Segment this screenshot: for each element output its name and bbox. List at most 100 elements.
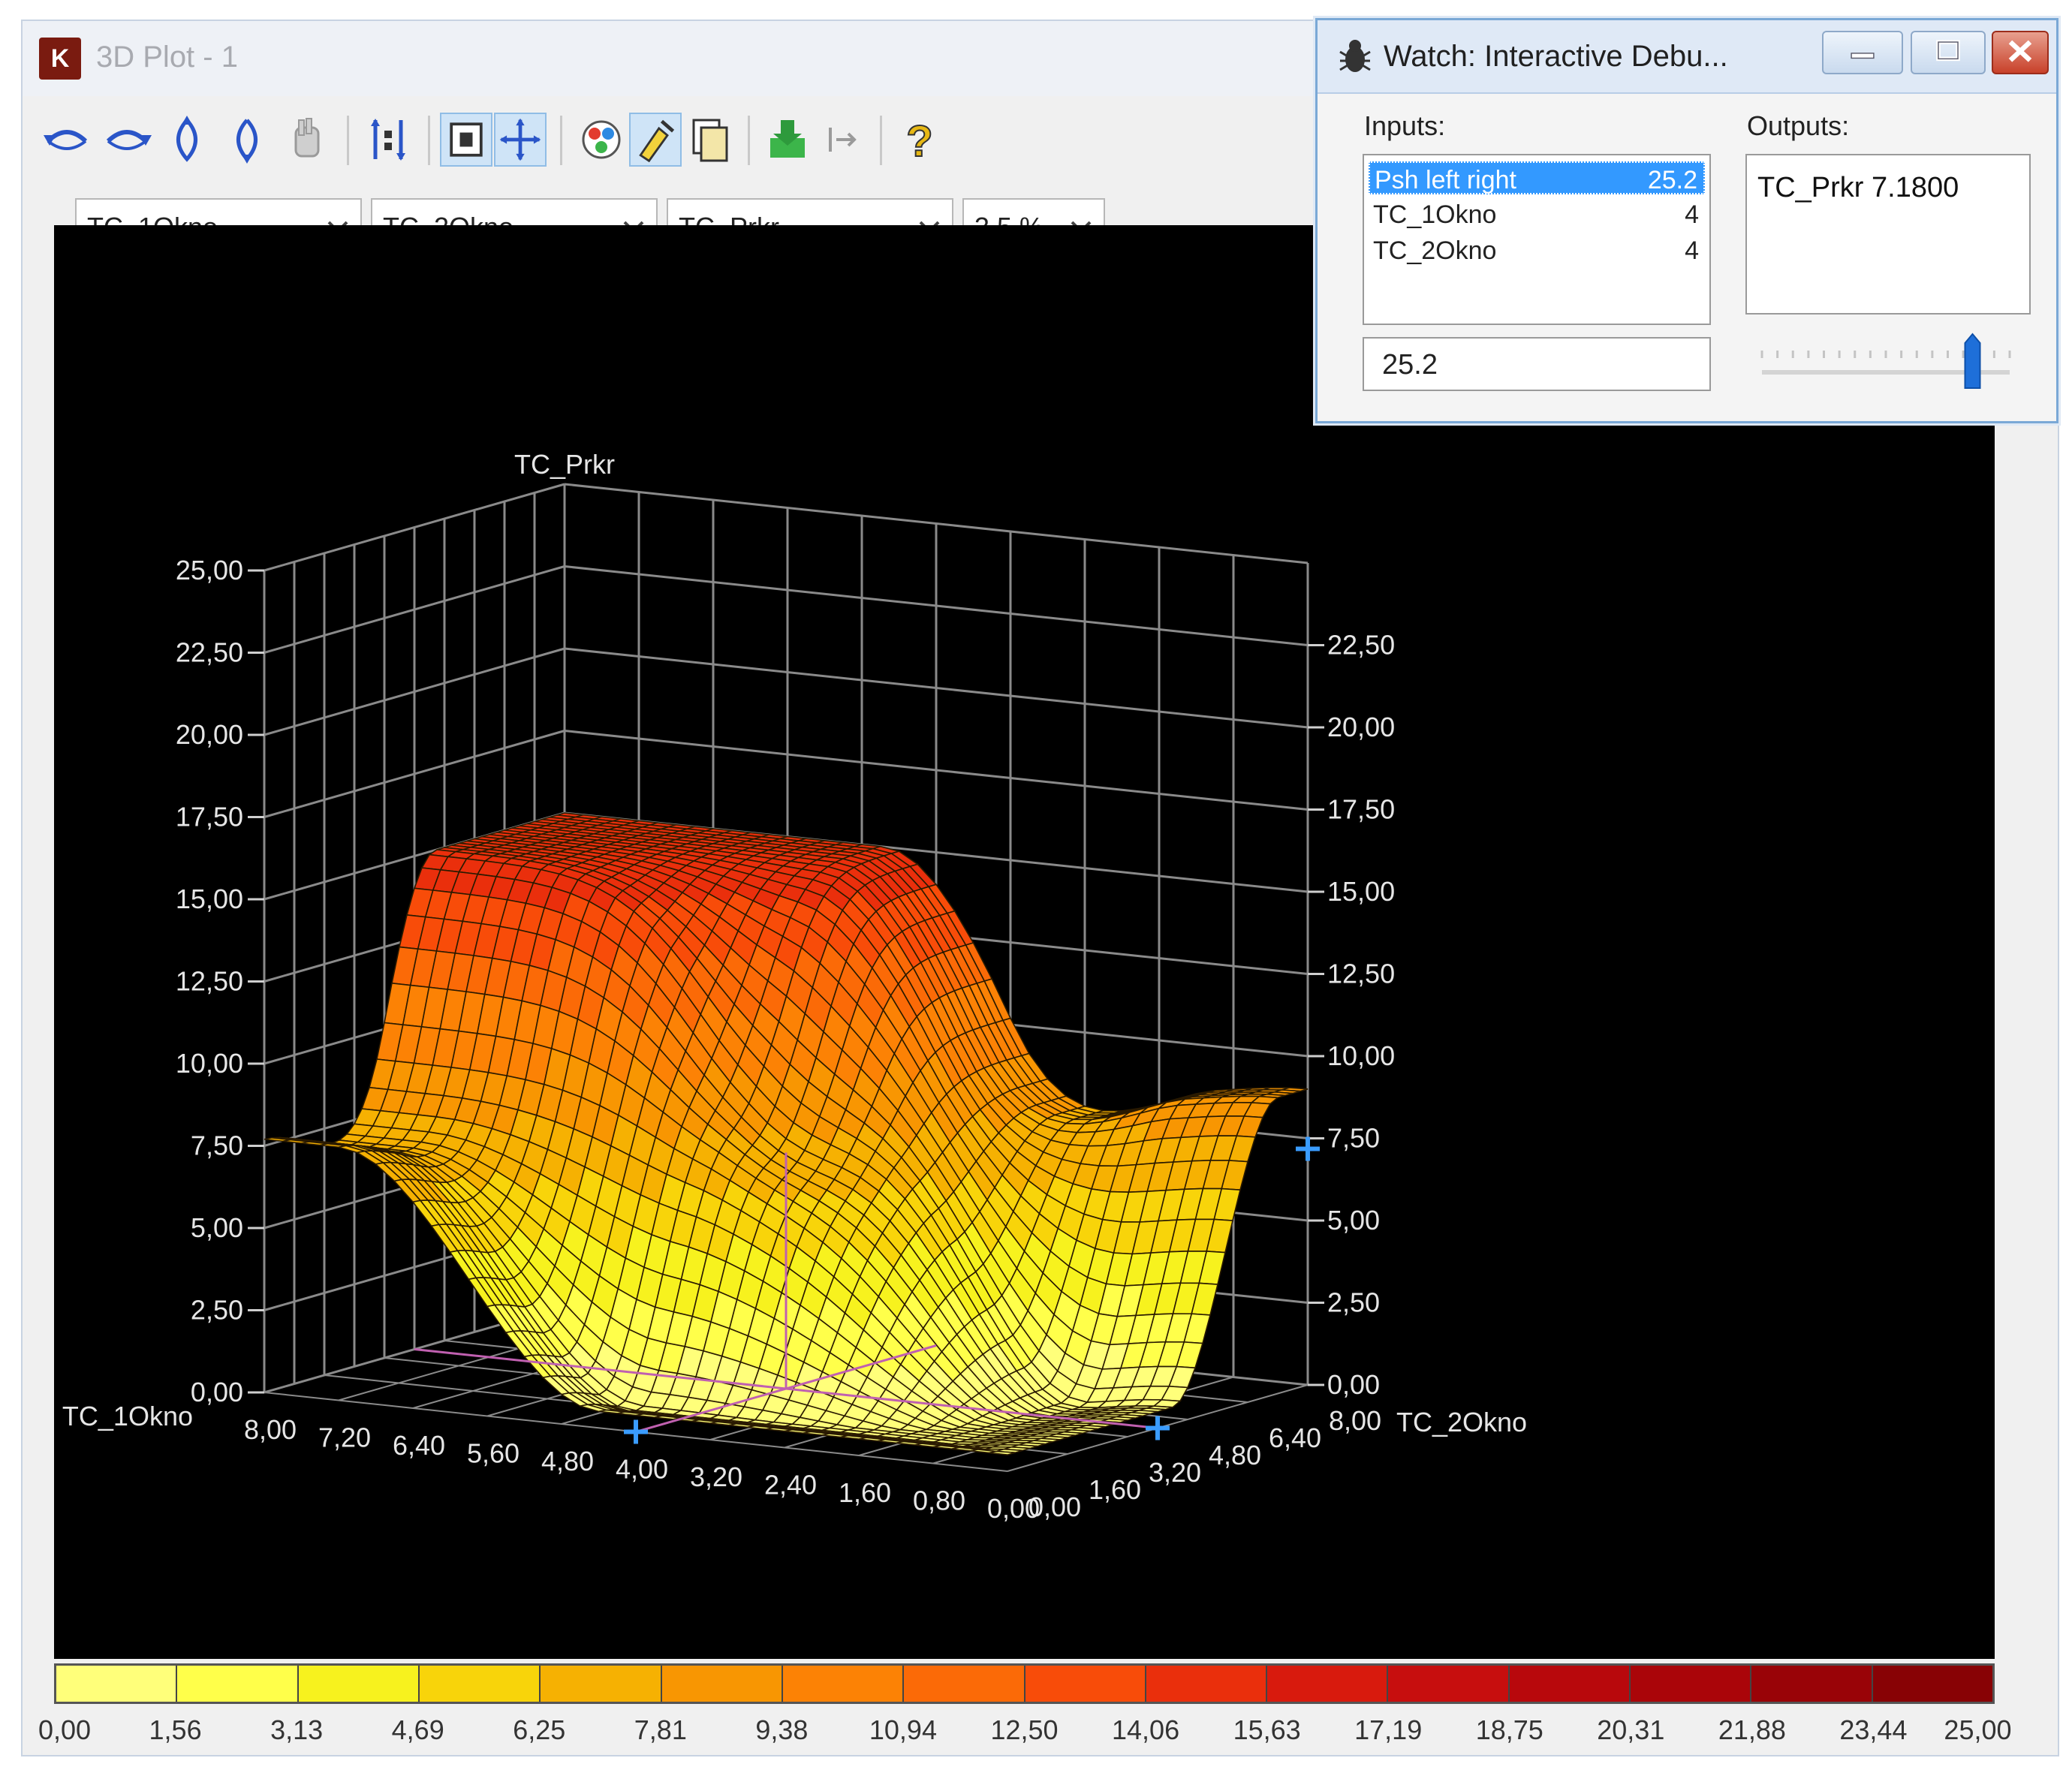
bug-icon (1339, 40, 1371, 72)
z-tick-label-right: 20,00 (1327, 712, 1395, 742)
colorbar-tick-label: 21,88 (1718, 1714, 1786, 1745)
y-tick-label: 8,00 (1329, 1405, 1381, 1436)
z-tick-label-left: 10,00 (176, 1048, 243, 1079)
watch-title-bar[interactable]: Watch: Interactive Debu... (1318, 20, 2056, 94)
z-tick-label-right: 7,50 (1327, 1123, 1380, 1154)
outputs-label: Outputs: (1747, 110, 1850, 141)
toolbar-separator (560, 116, 562, 165)
input-name: Psh left right (1375, 166, 1516, 194)
colorbar-segment (1146, 1666, 1268, 1702)
colorbar-tick-label: 6,25 (513, 1714, 566, 1745)
minimize-button[interactable] (1822, 31, 1903, 74)
z-cursor-marker (1296, 1136, 1320, 1161)
y-tick-label: 6,40 (1269, 1422, 1321, 1453)
z-tick-label-left: 25,00 (176, 555, 243, 585)
slider-thumb[interactable] (1964, 333, 1981, 389)
toolbar-separator (347, 116, 349, 165)
y-tick-label: 1,60 (1089, 1474, 1141, 1505)
surface-cell (989, 1450, 1016, 1455)
colorbar-ticks: 0,00 1,56 3,13 4,69 6,25 7,81 9,38 10,94 12,50 14… (38, 1714, 2012, 1750)
z-tick-label-left: 15,00 (176, 883, 243, 914)
colorbar-tick-label: 15,63 (1233, 1714, 1301, 1745)
surface-view-icon[interactable] (440, 113, 492, 167)
colorbar-tick-label: 14,06 (1112, 1714, 1180, 1745)
colorbar-segment (782, 1666, 905, 1702)
colorbar-segment (1267, 1666, 1389, 1702)
z-tick-label-left: 7,50 (191, 1130, 243, 1161)
input-row[interactable]: Psh left right 25.2 (1369, 161, 1705, 194)
rotate-left-icon[interactable] (41, 113, 93, 167)
rotate-right-icon[interactable] (101, 113, 153, 167)
z-tick-label-right: 5,00 (1327, 1205, 1380, 1236)
x-tick-label: 6,40 (393, 1430, 445, 1461)
colorbar-tick-label: 7,81 (634, 1714, 687, 1745)
z-tick-label-left: 22,50 (176, 637, 243, 668)
input-row[interactable]: TC_1Okno 4 (1369, 197, 1705, 230)
colorbar-segment (56, 1666, 178, 1702)
x-tick-label: 0,80 (913, 1486, 965, 1516)
x-tick-label: 4,80 (541, 1446, 594, 1476)
toolbar-separator (748, 116, 750, 165)
plot-area[interactable]: 0,00 2,50 5,00 7,50 10,00 12,50 15,00 17,50 20,0… (54, 225, 1995, 1659)
colorbar-segment (1388, 1666, 1510, 1702)
colorbar-segment (1631, 1666, 1752, 1702)
axis-scale-icon[interactable] (362, 113, 414, 167)
colorbar-segment (541, 1666, 662, 1702)
input-value: 25.2 (1647, 166, 1697, 194)
watch-window[interactable]: Watch: Interactive Debu... Inputs: Outpu… (1315, 18, 2058, 423)
app-icon: K (39, 38, 81, 80)
x-tick-label: 7,20 (318, 1422, 371, 1453)
x-cursor-marker (624, 1419, 648, 1444)
input-value: 4 (1685, 236, 1699, 265)
z-tick-label-left: 12,50 (176, 966, 243, 997)
colorbar-tick-label: 25,00 (1944, 1714, 2012, 1745)
z-tick-label-left: 0,00 (191, 1377, 243, 1407)
close-icon (2008, 40, 2032, 62)
toolbar-separator (428, 116, 430, 165)
surface-plot[interactable]: 0,00 2,50 5,00 7,50 10,00 12,50 15,00 17,50 20,0… (54, 225, 1995, 1659)
colorbar-tick-label: 23,44 (1839, 1714, 1908, 1745)
y-tick-label: 0,00 (1028, 1492, 1081, 1522)
colorbar-segment (904, 1666, 1025, 1702)
y-tick-label: 3,20 (1149, 1457, 1201, 1488)
help-icon[interactable]: ? (893, 113, 946, 167)
colorbar-tick-label: 9,38 (755, 1714, 809, 1745)
z-tick-label-right: 0,00 (1327, 1369, 1380, 1400)
pan-hand-icon[interactable] (281, 113, 333, 167)
x-tick-label: 2,40 (764, 1470, 817, 1501)
maximize-button[interactable] (1911, 31, 1986, 74)
rotate-up-icon[interactable] (161, 113, 213, 167)
z-tick-label-right: 17,50 (1327, 794, 1395, 825)
z-tick-label-right: 15,00 (1327, 876, 1395, 907)
z-tick-label-left: 5,00 (191, 1212, 243, 1243)
move-icon[interactable] (494, 113, 547, 167)
z-tick-label-left: 2,50 (191, 1295, 243, 1326)
inputs-label: Inputs: (1364, 110, 1446, 141)
highlight-icon[interactable] (629, 113, 682, 167)
colorbar-tick-label: 3,13 (270, 1714, 324, 1745)
colorbar-tick-label: 10,94 (869, 1714, 937, 1745)
z-tick-label-left: 17,50 (176, 802, 243, 832)
copy-icon[interactable] (683, 113, 736, 167)
z-tick-label-right: 2,50 (1327, 1287, 1380, 1318)
input-value-field[interactable]: 25.2 (1363, 337, 1711, 391)
export-icon[interactable] (761, 113, 814, 167)
close-button[interactable] (1992, 31, 2049, 74)
x-tick-label: 3,20 (690, 1461, 742, 1492)
outputs-box: TC_Prkr 7.1800 (1745, 154, 2031, 315)
color-scheme-icon[interactable] (575, 113, 628, 167)
step-icon[interactable] (815, 113, 868, 167)
toolbar-separator (880, 116, 882, 165)
rotate-down-icon[interactable] (221, 113, 273, 167)
colorbar-tick-label: 12,50 (990, 1714, 1059, 1745)
inputs-list[interactable]: Psh left right 25.2 TC_1Okno 4 TC_2Okno … (1363, 154, 1711, 325)
x-tick-label: 4,00 (616, 1454, 668, 1485)
colorbar-tick-label: 1,56 (149, 1714, 202, 1745)
colorbar-tick-label: 0,00 (38, 1714, 92, 1745)
input-row[interactable]: TC_2Okno 4 (1369, 233, 1705, 266)
z-tick-label-right: 22,50 (1327, 630, 1395, 661)
input-slider[interactable] (1754, 321, 2025, 403)
minimize-icon (1851, 53, 1875, 59)
colorbar-tick-label: 20,31 (1597, 1714, 1665, 1745)
input-value-text: 25.2 (1382, 349, 1438, 381)
